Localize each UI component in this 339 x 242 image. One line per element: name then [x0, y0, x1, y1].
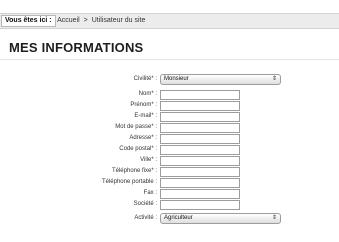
telephone-fixe-label: Téléphone fixe* :	[111, 168, 157, 174]
breadcrumb-label: Vous êtes ici :	[1, 15, 56, 27]
civilite-select[interactable]: Monsieur ⇕	[160, 74, 281, 85]
email-field[interactable]	[160, 112, 240, 122]
activite-select[interactable]: Agriculteur ⇕	[160, 213, 281, 224]
form-row-civilite: Civilité* : Monsieur ⇕	[0, 74, 339, 85]
form-row-societe: Société :	[0, 199, 339, 210]
civilite-selected-value: Monsieur	[164, 76, 189, 82]
societe-field[interactable]	[160, 200, 240, 210]
nom-field[interactable]	[160, 90, 240, 100]
nom-label: Nom* :	[138, 91, 157, 97]
breadcrumb-home-link[interactable]: Accueil	[57, 17, 80, 24]
fax-label: Fax :	[143, 190, 157, 196]
form-row-ville: Ville* :	[0, 155, 339, 166]
up-down-arrows-icon: ⇕	[271, 215, 277, 221]
form-row-prenom: Prénom* :	[0, 100, 339, 111]
societe-label: Société :	[133, 201, 157, 207]
ville-label: Ville* :	[140, 157, 157, 163]
civilite-label: Civilité* :	[133, 76, 157, 82]
form-row-email: E-mail* :	[0, 111, 339, 122]
adresse-field[interactable]	[160, 134, 240, 144]
ville-field[interactable]	[160, 156, 240, 166]
form-row-nom: Nom* :	[0, 89, 339, 100]
page-root: Vous êtes ici : Accueil > Utilisateur du…	[0, 0, 339, 242]
form-row-telephone-fixe: Téléphone fixe* :	[0, 166, 339, 177]
telephone-fixe-field[interactable]	[160, 167, 240, 177]
breadcrumb: Vous êtes ici : Accueil > Utilisateur du…	[0, 13, 339, 29]
activite-label: Activité :	[134, 215, 157, 221]
form-row-password: Mot de passe* :	[0, 122, 339, 133]
form-row-telephone-portable: Téléphone portable :	[0, 177, 339, 188]
email-label: E-mail* :	[134, 113, 157, 119]
breadcrumb-separator: >	[83, 17, 88, 24]
page-title: MES INFORMATIONS	[9, 40, 144, 55]
adresse-label: Adresse* :	[129, 135, 157, 141]
code-postal-field[interactable]	[160, 145, 240, 155]
form-row-activite: Activité : Agriculteur ⇕	[0, 213, 339, 224]
fax-field[interactable]	[160, 189, 240, 199]
telephone-portable-label: Téléphone portable :	[101, 179, 157, 185]
password-label: Mot de passe* :	[115, 124, 157, 130]
code-postal-label: Code postal* :	[119, 146, 157, 152]
telephone-portable-field[interactable]	[160, 178, 240, 188]
form-row-adresse: Adresse* :	[0, 133, 339, 144]
title-divider	[0, 59, 339, 60]
password-field[interactable]	[160, 123, 240, 133]
form-row-fax: Fax :	[0, 188, 339, 199]
form-row-code-postal: Code postal* :	[0, 144, 339, 155]
breadcrumb-current: Utilisateur du site	[91, 17, 146, 24]
activite-selected-value: Agriculteur	[164, 215, 193, 221]
prenom-label: Prénom* :	[130, 102, 157, 108]
prenom-field[interactable]	[160, 101, 240, 111]
up-down-arrows-icon: ⇕	[271, 76, 277, 82]
